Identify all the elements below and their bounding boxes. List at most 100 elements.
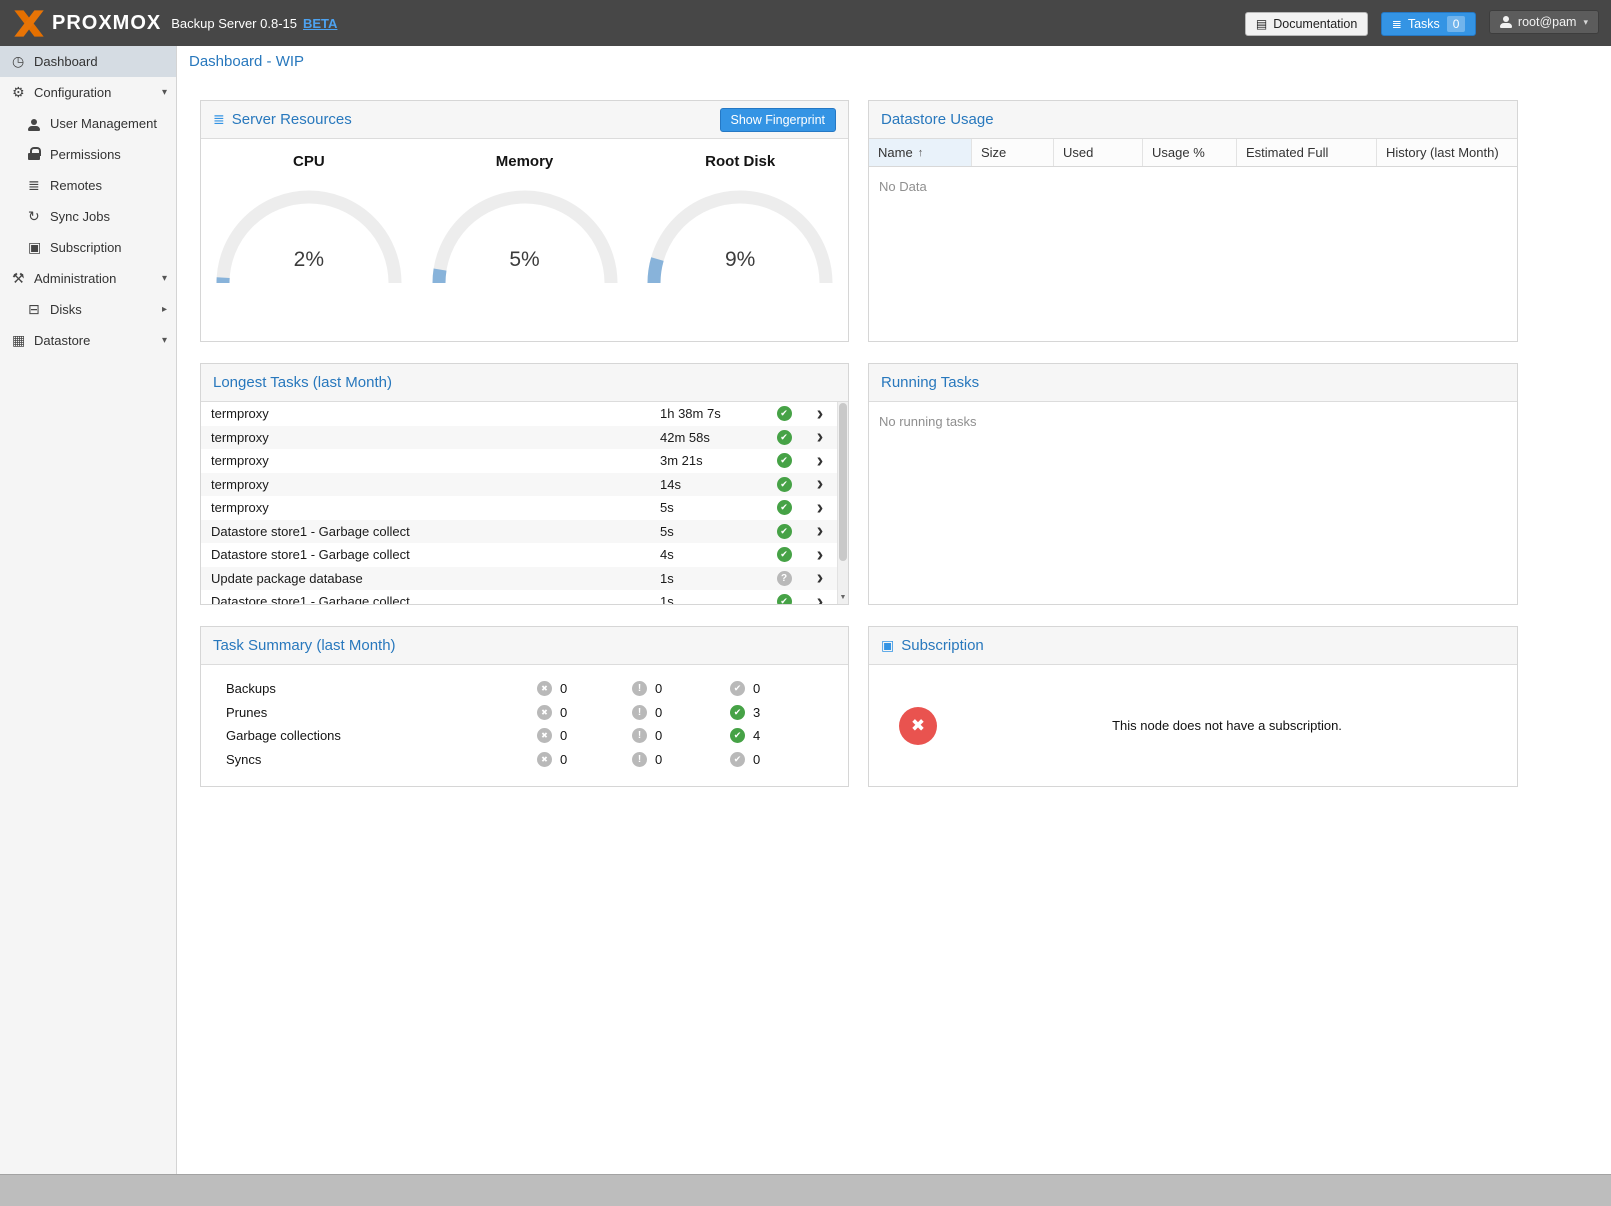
sidebar-item-permissions[interactable]: Permissions	[0, 139, 176, 170]
user-icon	[28, 119, 40, 131]
ok-count-icon	[730, 728, 745, 743]
proxmox-x-icon	[12, 9, 46, 38]
scrollbar[interactable]: ▼	[837, 402, 848, 604]
main-content: Dashboard - WIP ≣ Server Resources Show …	[178, 46, 1611, 1174]
tasks-button[interactable]: ≣ Tasks 0	[1381, 12, 1477, 36]
summary-label: Prunes	[226, 705, 537, 720]
datastore-usage-panel: Datastore Usage Name ↑ Size Used Usage %…	[868, 100, 1518, 342]
task-row[interactable]: termproxy 1h 38m 7s ›	[201, 402, 837, 426]
error-count: 0	[560, 705, 567, 720]
topbar-actions: ▤ Documentation ≣ Tasks 0 root@pam ▾	[1237, 10, 1599, 36]
task-row[interactable]: Datastore store1 - Garbage collect 1s ›	[201, 590, 837, 604]
status-ok-icon	[777, 500, 792, 515]
sidebar-item-dashboard[interactable]: ◷ Dashboard	[0, 46, 176, 77]
running-tasks-panel: Running Tasks No running tasks	[868, 363, 1518, 605]
cpu-value: 2%	[214, 248, 404, 272]
gauges-row: CPU 2% Memory	[201, 139, 848, 286]
scroll-down-icon[interactable]: ▼	[838, 591, 848, 604]
sidebar-item-remotes[interactable]: ≣ Remotes	[0, 170, 176, 201]
error-count: 0	[560, 752, 567, 767]
cogs-icon: ⚙	[12, 84, 34, 101]
show-fingerprint-button[interactable]: Show Fingerprint	[720, 108, 837, 132]
memory-value: 5%	[430, 248, 620, 272]
summary-label: Syncs	[226, 752, 537, 767]
server-resources-header: ≣ Server Resources Show Fingerprint	[201, 101, 848, 139]
beta-link[interactable]: BETA	[303, 16, 337, 31]
warning-count-icon	[632, 728, 647, 743]
chevron-right-icon[interactable]: ›	[817, 474, 824, 494]
error-count: 0	[560, 681, 567, 696]
chevron-right-icon[interactable]: ›	[817, 545, 824, 565]
tasks-label: Tasks	[1408, 17, 1440, 31]
chevron-right-icon[interactable]: ›	[817, 521, 824, 541]
warning-count-icon	[632, 705, 647, 720]
sidebar-item-label: User Management	[50, 116, 157, 131]
collapse-down-icon[interactable]: ▾	[162, 273, 167, 284]
task-row[interactable]: Datastore store1 - Garbage collect 5s ›	[201, 520, 837, 544]
user-menu-button[interactable]: root@pam ▾	[1489, 10, 1599, 34]
chevron-right-icon[interactable]: ›	[817, 451, 824, 471]
sidebar-item-datastore[interactable]: ▦ Datastore ▾	[0, 325, 176, 356]
tasks-count-badge: 0	[1447, 16, 1466, 32]
unlock-icon	[28, 147, 40, 160]
subscription-header: ▣ Subscription	[869, 627, 1517, 665]
longest-tasks-title: Longest Tasks (last Month)	[213, 374, 392, 391]
product-subtitle: Backup Server 0.8-15	[171, 16, 297, 31]
expand-right-icon[interactable]: ▸	[162, 304, 167, 315]
collapse-down-icon[interactable]: ▾	[162, 335, 167, 346]
sidebar-item-user-management[interactable]: User Management	[0, 108, 176, 139]
error-count-icon	[537, 705, 552, 720]
status-ok-icon	[777, 430, 792, 445]
column-header-history[interactable]: History (last Month)	[1377, 139, 1517, 166]
sidebar-item-administration[interactable]: ⚒ Administration ▾	[0, 263, 176, 294]
task-row[interactable]: termproxy 5s ›	[201, 496, 837, 520]
task-row[interactable]: termproxy 3m 21s ›	[201, 449, 837, 473]
memory-gauge: Memory 5%	[417, 153, 633, 286]
dashboard-icon: ◷	[12, 53, 34, 70]
chevron-right-icon[interactable]: ›	[817, 427, 824, 447]
column-header-estimated-full[interactable]: Estimated Full	[1237, 139, 1377, 166]
column-header-usage-pct[interactable]: Usage %	[1143, 139, 1237, 166]
sidebar-item-subscription[interactable]: ▣ Subscription	[0, 232, 176, 263]
root-disk-value: 9%	[645, 248, 835, 272]
ok-count: 0	[753, 681, 760, 696]
sidebar-item-configuration[interactable]: ⚙ Configuration ▾	[0, 77, 176, 108]
datastore-empty-text: No Data	[869, 167, 1517, 206]
chevron-right-icon[interactable]: ›	[817, 592, 824, 604]
running-tasks-empty-text: No running tasks	[869, 402, 1517, 441]
column-header-name[interactable]: Name ↑	[869, 139, 972, 166]
root-disk-label: Root Disk	[632, 153, 848, 170]
collapse-down-icon[interactable]: ▾	[162, 87, 167, 98]
chevron-right-icon[interactable]: ›	[817, 498, 824, 518]
longest-tasks-header: Longest Tasks (last Month)	[201, 364, 848, 402]
column-header-used[interactable]: Used	[1054, 139, 1143, 166]
column-header-size[interactable]: Size	[972, 139, 1054, 166]
root-disk-gauge: Root Disk 9%	[632, 153, 848, 286]
server-resources-panel: ≣ Server Resources Show Fingerprint CPU …	[200, 100, 849, 342]
task-row[interactable]: termproxy 14s ›	[201, 473, 837, 497]
bottom-bar	[0, 1174, 1611, 1206]
documentation-button[interactable]: ▤ Documentation	[1245, 12, 1368, 36]
ok-count: 0	[753, 752, 760, 767]
sidebar-item-label: Sync Jobs	[50, 209, 110, 224]
status-unknown-icon	[777, 571, 792, 586]
subscription-panel: ▣ Subscription This node does not have a…	[868, 626, 1518, 787]
server-icon: ≣	[28, 177, 50, 194]
task-row[interactable]: Update package database 1s ›	[201, 567, 837, 591]
warning-count: 0	[655, 705, 662, 720]
error-count-icon	[537, 681, 552, 696]
scrollbar-thumb[interactable]	[839, 403, 847, 561]
sidebar-item-label: Datastore	[34, 333, 90, 348]
ok-count-icon	[730, 752, 745, 767]
chevron-right-icon[interactable]: ›	[817, 404, 824, 424]
sidebar-item-disks[interactable]: ⊟ Disks ▸	[0, 294, 176, 325]
chevron-right-icon[interactable]: ›	[817, 568, 824, 588]
status-ok-icon	[777, 524, 792, 539]
sidebar-item-sync-jobs[interactable]: ↻ Sync Jobs	[0, 201, 176, 232]
task-summary-panel: Task Summary (last Month) Backups 0 0 0 …	[200, 626, 849, 787]
status-ok-icon	[777, 453, 792, 468]
task-row[interactable]: termproxy 42m 58s ›	[201, 426, 837, 450]
top-bar: PROXMOX Backup Server 0.8-15 BETA ▤ Docu…	[0, 0, 1611, 46]
datastore-usage-header: Datastore Usage	[869, 101, 1517, 139]
task-row[interactable]: Datastore store1 - Garbage collect 4s ›	[201, 543, 837, 567]
